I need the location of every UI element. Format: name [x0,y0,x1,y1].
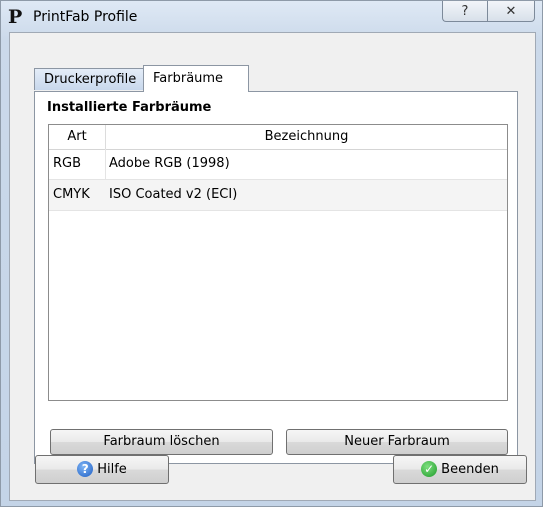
table-row[interactable]: RGB Adobe RGB (1998) [49,149,507,180]
column-header-art[interactable]: Art [49,125,106,149]
help-button[interactable]: ? Hilfe [35,455,169,484]
tab-farbraeume[interactable]: Farbräume [143,65,249,92]
quit-button-label: Beenden [441,462,499,477]
delete-colorspace-button[interactable]: Farbraum löschen [50,429,273,455]
tab-druckerprofile[interactable]: Druckerprofile [34,68,144,90]
new-colorspace-button[interactable]: Neuer Farbraum [286,429,508,455]
tab-panel-farbraeume: Installierte Farbräume Art Bezeichnung R… [34,91,518,464]
window-title: PrintFab Profile [33,9,138,25]
table-row[interactable]: CMYK ISO Coated v2 (ECI) [49,180,507,211]
caption-buttons: ? ✕ [442,1,535,23]
title-bar[interactable]: P PrintFab Profile ? ✕ [1,1,542,33]
colorspace-table: Art Bezeichnung RGB Adobe RGB (1998) CMY… [48,124,508,401]
table-header: Art Bezeichnung [49,125,507,150]
printfab-app-icon: P [8,6,23,28]
cell-bezeichnung: ISO Coated v2 (ECI) [109,187,238,202]
dialog-client-area: Druckerprofile Farbräume Installierte Fa… [9,32,536,501]
group-title: Installierte Farbräume [47,100,212,115]
close-icon: ✕ [505,3,517,19]
check-icon: ✓ [421,460,438,477]
cell-bezeichnung: Adobe RGB (1998) [109,156,230,171]
context-help-button[interactable]: ? [442,1,487,22]
cell-art: CMYK [53,187,90,202]
question-mark-icon: ? [461,3,469,19]
close-window-button[interactable]: ✕ [487,1,535,22]
cell-art: RGB [53,156,82,171]
quit-button[interactable]: ✓ Beenden [393,455,527,484]
help-button-label: Hilfe [97,462,127,477]
dialog-window: P PrintFab Profile ? ✕ Druckerprofile Fa… [0,0,543,507]
help-icon: ? [77,460,94,477]
column-header-bezeichnung[interactable]: Bezeichnung [106,125,507,149]
